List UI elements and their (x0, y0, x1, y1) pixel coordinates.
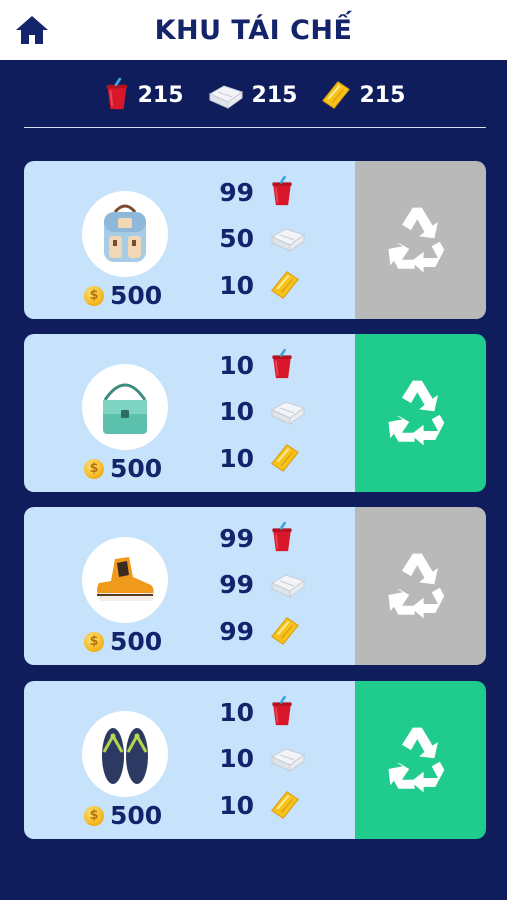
coin-icon: $ (84, 805, 104, 826)
item-image (82, 191, 168, 277)
home-icon (16, 16, 48, 44)
price-value: 500 (110, 454, 163, 483)
backpack-icon (104, 204, 146, 262)
recycle-item-card: $ 500 10 10 10 (24, 334, 486, 492)
flip-flops-icon (102, 728, 148, 784)
recycle-icon (388, 553, 445, 619)
item-image (82, 537, 168, 623)
divider (24, 127, 486, 128)
cup-icon (271, 521, 293, 553)
requirement-cup-count: 10 (219, 697, 254, 727)
requirement-wrapper: 99 (214, 615, 314, 647)
cup-icon (271, 175, 293, 207)
requirement-wrapper-count: 10 (219, 790, 254, 820)
requirement-cup: 99 (214, 521, 314, 555)
requirement-paper: 99 (214, 569, 314, 599)
wrapper-icon (322, 80, 351, 110)
recycle-item-card: $ 500 10 10 10 (24, 681, 486, 839)
cup-icon (104, 77, 129, 111)
resource-counter-bar: 215 215 215 (0, 72, 507, 118)
requirement-cup-count: 99 (219, 523, 254, 553)
requirement-wrapper-count: 10 (219, 270, 254, 300)
requirement-wrapper: 10 (214, 269, 314, 301)
recycle-item-card: $ 500 99 99 99 (24, 507, 486, 665)
resource-paper-count: 215 (251, 82, 298, 108)
resource-wrapper-count: 215 (359, 82, 406, 108)
sneaker-icon (97, 557, 154, 601)
recycle-button[interactable] (354, 161, 486, 319)
cup-icon (271, 695, 293, 727)
coin-icon: $ (84, 285, 104, 306)
item-info: $ 500 10 10 10 (24, 681, 355, 839)
resource-paper: 215 (206, 80, 298, 110)
item-image (82, 711, 168, 797)
price-value: 500 (110, 281, 163, 310)
requirement-wrapper: 10 (214, 789, 314, 821)
requirement-cup-count: 10 (219, 350, 254, 380)
requirement-paper: 10 (214, 743, 314, 773)
item-price: $ 500 (84, 454, 162, 483)
paper-icon (271, 401, 305, 425)
item-info: $ 500 99 50 10 (24, 161, 355, 319)
coin-icon: $ (84, 631, 104, 652)
shoulder-bag-icon (103, 383, 147, 434)
page-title: KHU TÁI CHẾ (154, 14, 353, 46)
item-info: $ 500 99 99 99 (24, 507, 355, 665)
requirement-cup: 10 (214, 695, 314, 729)
requirement-paper: 50 (214, 223, 314, 253)
requirement-cup-count: 99 (219, 177, 254, 207)
resource-wrapper: 215 (319, 79, 405, 111)
recycle-button[interactable] (354, 681, 486, 839)
paper-icon (271, 574, 305, 598)
recycle-icon (388, 380, 445, 446)
recycle-item-card: $ 500 99 50 10 (24, 161, 486, 319)
requirement-paper-count: 50 (219, 223, 254, 253)
cup-icon (271, 348, 293, 380)
wrapper-icon (270, 270, 300, 300)
price-value: 500 (110, 627, 163, 656)
paper-icon (271, 228, 305, 252)
item-price: $ 500 (84, 627, 162, 656)
requirement-wrapper-count: 99 (219, 616, 254, 646)
requirement-wrapper-count: 10 (219, 443, 254, 473)
home-button[interactable] (14, 14, 50, 46)
paper-icon (209, 85, 243, 109)
item-price: $ 500 (84, 281, 162, 310)
wrapper-icon (270, 790, 300, 820)
item-price: $ 500 (84, 801, 162, 830)
resource-cup: 215 (102, 77, 184, 113)
coin-icon: $ (84, 458, 104, 479)
price-value: 500 (110, 801, 163, 830)
header-bar: KHU TÁI CHẾ (0, 0, 507, 60)
recycle-button[interactable] (354, 334, 486, 492)
item-info: $ 500 10 10 10 (24, 334, 355, 492)
requirement-cup: 99 (214, 175, 314, 209)
item-image (82, 364, 168, 450)
resource-cup-count: 215 (137, 82, 184, 108)
requirement-wrapper: 10 (214, 442, 314, 474)
requirement-cup: 10 (214, 348, 314, 382)
recycle-icon (388, 207, 445, 273)
paper-icon (271, 748, 305, 772)
recycle-icon (388, 727, 445, 793)
requirement-paper: 10 (214, 396, 314, 426)
recycle-button[interactable] (354, 507, 486, 665)
requirement-paper-count: 10 (219, 743, 254, 773)
wrapper-icon (270, 443, 300, 473)
requirement-paper-count: 99 (219, 569, 254, 599)
wrapper-icon (270, 616, 300, 646)
requirement-paper-count: 10 (219, 396, 254, 426)
